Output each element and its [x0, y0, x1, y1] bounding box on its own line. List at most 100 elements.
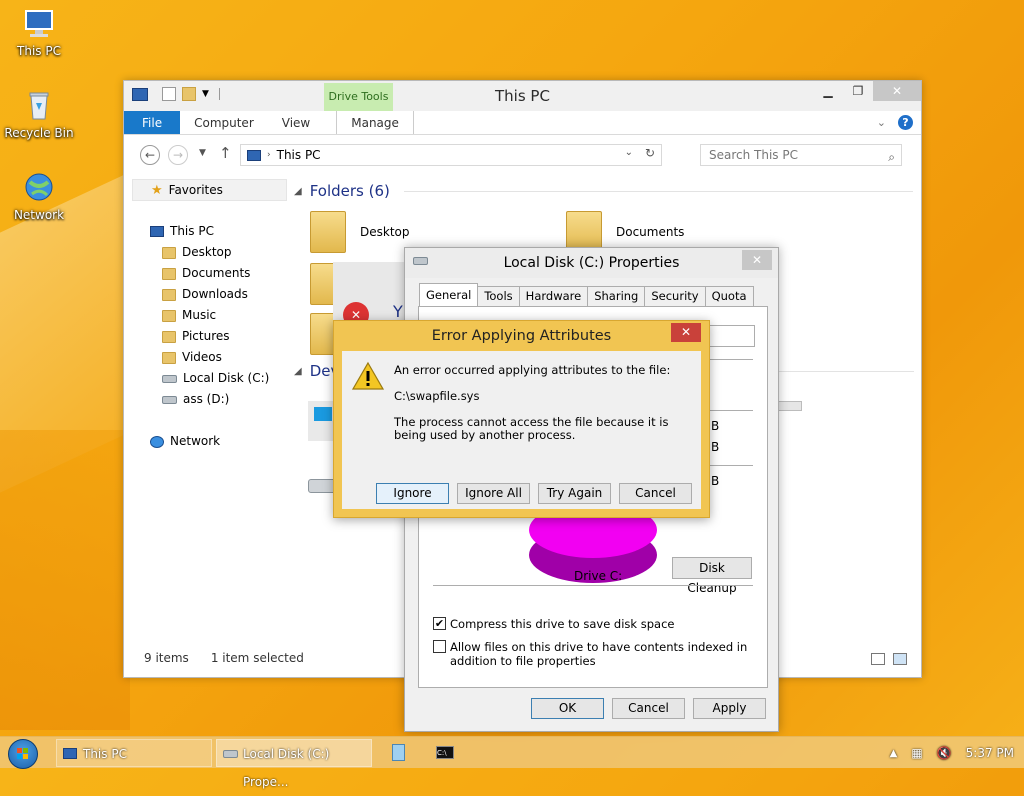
drive-icon	[162, 395, 177, 404]
this-pc-icon	[22, 6, 56, 40]
taskbar-item-properties[interactable]: Local Disk (C:) Prope...	[216, 739, 372, 789]
tab-security[interactable]: Security	[644, 286, 706, 306]
tab-tools[interactable]: Tools	[477, 286, 520, 306]
error-message: An error occurred applying attributes to…	[394, 363, 671, 377]
folder-tile-desktop[interactable]: Desktop	[310, 211, 410, 253]
tab-general[interactable]: General	[419, 283, 479, 306]
drive-label-input[interactable]	[709, 325, 755, 347]
up-arrow-icon[interactable]: ↑	[219, 144, 232, 162]
large-icons-view-icon[interactable]	[893, 653, 907, 665]
tab-computer[interactable]: Computer	[180, 111, 268, 134]
start-button[interactable]	[8, 739, 38, 769]
taskbar-item-label: This PC	[83, 747, 127, 761]
windows-logo-icon	[17, 748, 28, 759]
error-title: Error Applying Attributes	[431, 328, 612, 344]
nav-item-downloads[interactable]: Downloads	[132, 284, 292, 305]
folder-label: Documents	[616, 225, 685, 239]
error-titlebar: Error Applying Attributes ✕	[334, 321, 709, 351]
tab-hardware[interactable]: Hardware	[518, 286, 589, 306]
tab-quota[interactable]: Quota	[704, 286, 754, 306]
search-input[interactable]: Search This PC ⌕	[700, 144, 902, 166]
try-again-button[interactable]: Try Again	[538, 483, 611, 504]
wallpaper-shape	[0, 430, 130, 730]
details-view-icon[interactable]	[871, 653, 885, 665]
tab-manage[interactable]: Manage	[336, 111, 414, 134]
minimize-button[interactable]: ▁	[813, 81, 843, 101]
compress-checkbox-row[interactable]: ✔ Compress this drive to save disk space	[433, 617, 753, 631]
nav-label: Music	[182, 308, 217, 322]
index-checkbox-row[interactable]: Allow files on this drive to have conten…	[433, 640, 753, 668]
error-close-button[interactable]: ✕	[671, 323, 701, 342]
nav-item-music[interactable]: Music	[132, 305, 292, 326]
ignore-button[interactable]: Ignore	[376, 483, 449, 504]
search-icon: ⌕	[888, 150, 895, 164]
back-button[interactable]: ←	[140, 145, 160, 165]
ok-button[interactable]: OK	[531, 698, 604, 719]
drive-label: Drive C:	[574, 569, 623, 583]
index-checkbox[interactable]	[433, 640, 446, 653]
nav-item-documents[interactable]: Documents	[132, 263, 292, 284]
desktop-icon-recycle-bin[interactable]: Recycle Bin	[2, 88, 76, 140]
apply-button[interactable]: Apply	[693, 698, 766, 719]
nav-item-desktop[interactable]: Desktop	[132, 242, 292, 263]
window-title: This PC	[495, 87, 550, 105]
nav-item-pictures[interactable]: Pictures	[132, 326, 292, 347]
error-body: An error occurred applying attributes to…	[342, 351, 701, 509]
error-cancel-button[interactable]: Cancel	[619, 483, 692, 504]
disk-cleanup-button[interactable]: Disk Cleanup	[672, 557, 752, 595]
folders-group-header[interactable]: ◢ Folders (6)	[294, 179, 913, 203]
tab-view[interactable]: View	[268, 111, 324, 134]
expand-ribbon-icon[interactable]: ⌄	[877, 116, 886, 129]
maximize-button[interactable]: ❐	[843, 81, 873, 101]
tab-file[interactable]: File	[124, 111, 181, 134]
close-button[interactable]: ✕	[873, 81, 921, 101]
nav-item-local-disk-c[interactable]: Local Disk (C:)	[132, 368, 292, 389]
taskbar-item-this-pc[interactable]: This PC	[56, 739, 212, 767]
address-box[interactable]: › This PC ⌄ ↻	[240, 144, 662, 166]
recent-locations-icon[interactable]: ▼	[199, 148, 206, 158]
desktop-icon-this-pc[interactable]: This PC	[2, 6, 76, 58]
compress-checkbox[interactable]: ✔	[433, 617, 446, 630]
nav-this-pc[interactable]: This PC	[132, 221, 292, 242]
nav-label: ass (D:)	[183, 392, 230, 406]
ignore-all-button[interactable]: Ignore All	[457, 483, 530, 504]
network-status-icon[interactable]: ▦	[911, 746, 922, 760]
desktop-icon-label: Network	[13, 208, 65, 222]
desktop-icon-network[interactable]: Network	[2, 170, 76, 222]
error-detail: The process cannot access the file becau…	[394, 415, 669, 442]
cancel-button[interactable]: Cancel	[612, 698, 685, 719]
nav-item-videos[interactable]: Videos	[132, 347, 292, 368]
nav-label: Network	[170, 434, 221, 448]
item-count: 9 items	[144, 651, 189, 665]
separator	[709, 359, 753, 360]
volume-muted-icon[interactable]: 🔇	[937, 746, 952, 760]
nav-label: Videos	[182, 350, 222, 364]
warning-icon	[351, 361, 385, 391]
explorer-titlebar: ▼ Drive Tools This PC ▁ ❐ ✕	[124, 81, 921, 111]
nav-item-ass-d[interactable]: ass (D:)	[132, 389, 292, 410]
separator	[433, 585, 753, 586]
tab-sharing[interactable]: Sharing	[587, 286, 646, 306]
notepad-icon[interactable]	[392, 744, 405, 761]
command-prompt-icon[interactable]: C:\	[436, 746, 454, 759]
address-dropdown-icon[interactable]: ⌄	[625, 147, 633, 158]
drive-icon	[223, 750, 238, 758]
index-label: Allow files on this drive to have conten…	[450, 640, 748, 668]
selection-count: 1 item selected	[210, 651, 304, 665]
taskbar-item-label: Local Disk (C:) Prope...	[243, 747, 330, 789]
nav-favorites[interactable]: ★ Favorites	[132, 179, 287, 201]
help-icon[interactable]: ?	[898, 115, 913, 130]
this-pc-icon	[150, 226, 164, 237]
error-dialog: Error Applying Attributes ✕ An error occ…	[333, 320, 710, 518]
content-pane: ◢ Folders (6) Desktop Documents ◢ Dev	[294, 179, 914, 493]
clock[interactable]: 5:37 PM	[966, 746, 1014, 760]
refresh-icon[interactable]: ↻	[645, 146, 655, 160]
properties-close-button[interactable]: ✕	[742, 250, 772, 270]
folder-icon	[162, 288, 176, 301]
folder-icon	[162, 309, 176, 322]
nav-label: Desktop	[182, 245, 232, 259]
show-hidden-icons-icon[interactable]: ▲	[890, 748, 898, 759]
forward-button[interactable]: →	[168, 145, 188, 165]
nav-network[interactable]: Network	[132, 431, 292, 452]
breadcrumb-this-pc[interactable]: This PC	[277, 148, 321, 162]
